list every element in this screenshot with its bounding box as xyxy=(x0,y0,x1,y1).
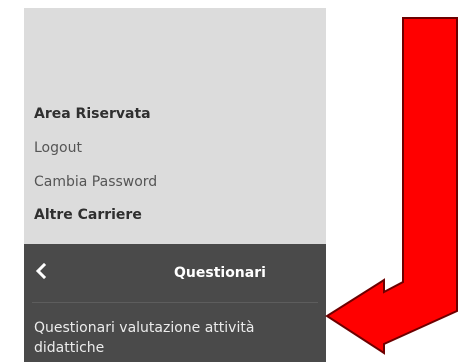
course-evaluation-questionnaires-link[interactable]: Questionari valutazione attività didatti… xyxy=(34,318,319,358)
logout-link[interactable]: Logout xyxy=(34,139,82,157)
reserved-area-section: Area Riservata Logout Cambia Password Al… xyxy=(24,8,326,244)
chevron-left-icon[interactable] xyxy=(34,262,48,280)
submenu-panel: Questionari Questionari valutazione atti… xyxy=(24,244,326,362)
side-menu-panel: Area Riservata Logout Cambia Password Al… xyxy=(24,8,326,362)
reserved-area-heading: Area Riservata xyxy=(34,106,151,122)
submenu-header: Questionari xyxy=(24,244,326,302)
arrow-shape xyxy=(325,17,458,355)
change-password-link[interactable]: Cambia Password xyxy=(34,173,157,191)
submenu-divider xyxy=(32,302,318,303)
other-careers-link[interactable]: Altre Carriere xyxy=(34,206,142,224)
submenu-title: Questionari xyxy=(174,265,266,281)
